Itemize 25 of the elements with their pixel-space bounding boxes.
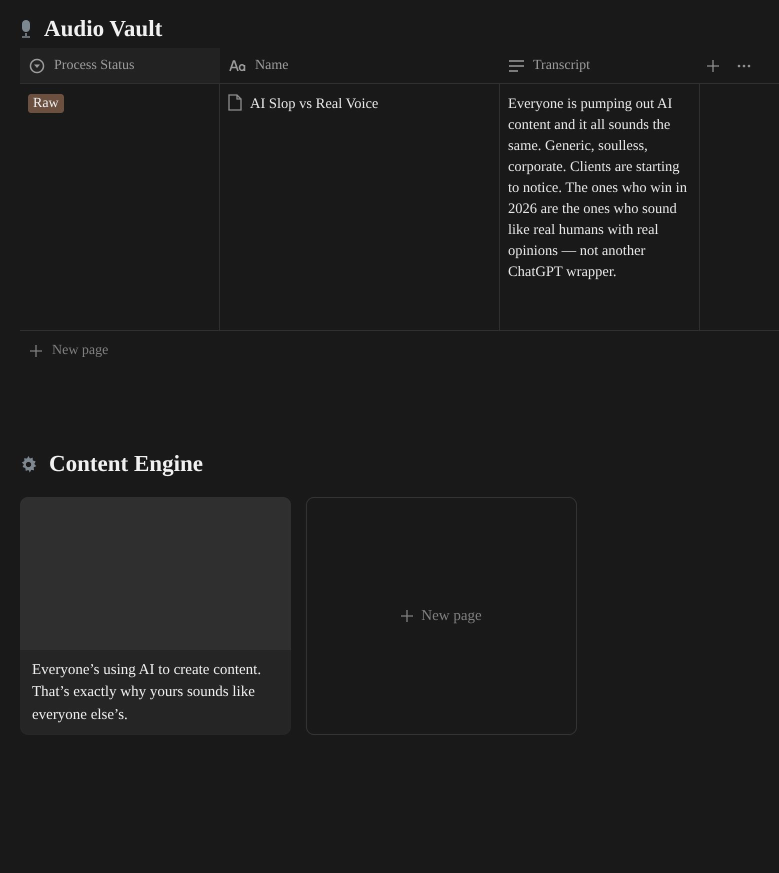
lines-icon	[509, 60, 524, 72]
text-type-icon	[229, 60, 246, 72]
column-label: Process Status	[54, 58, 134, 74]
microphone-icon	[20, 20, 32, 38]
new-page-card[interactable]: New page	[306, 497, 577, 735]
status-tag: Raw	[28, 94, 64, 113]
column-header[interactable]: Name	[220, 48, 500, 83]
column-label: Transcript	[533, 58, 590, 74]
plus-icon	[401, 610, 414, 622]
status-icon	[29, 58, 45, 74]
section-title: Content Engine	[49, 451, 203, 477]
column-header[interactable]: Process Status	[20, 48, 220, 83]
document-icon	[228, 94, 242, 111]
page-name[interactable]: AI Slop vs Real Voice	[250, 94, 378, 115]
card-text: Everyone’s using AI to create content. That’s exactly why yours sounds like everyone else’s.	[31, 660, 262, 724]
more-icon[interactable]	[737, 64, 751, 68]
transcript-text: Everyone is pumping out AI content and it all sounds the same. Generic, soulless, corporate. Clients are starting to notice. The ones who win in 2026 are the ones who sound like real humans with real opinions — not another ChatGPT wrapper.	[508, 95, 688, 282]
gear-icon	[20, 456, 37, 472]
column-label: Name	[255, 58, 288, 74]
gallery-card[interactable]: Everyone’s using AI to create content. That’s exactly why yours sounds like everyone else’s.	[20, 497, 291, 735]
plus-icon	[30, 345, 42, 357]
new-page-button[interactable]: New page	[20, 331, 779, 371]
database-title: Audio Vault	[44, 16, 162, 42]
column-header[interactable]: Transcript	[500, 48, 700, 83]
plus-icon[interactable]	[707, 60, 719, 72]
